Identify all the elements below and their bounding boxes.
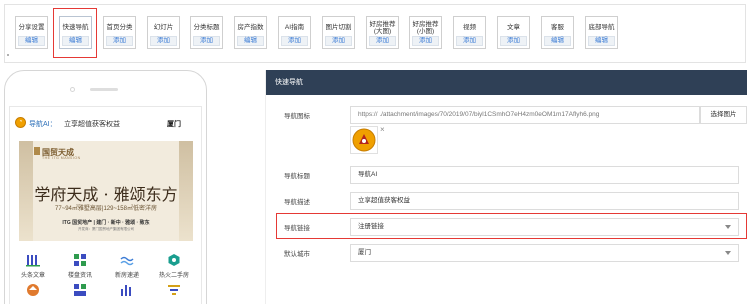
module-add-button[interactable]: 添加 (193, 36, 220, 46)
speaker-icon (90, 88, 118, 91)
menu-item-headline[interactable]: 头条文章 (11, 253, 55, 279)
wave-icon (120, 256, 134, 266)
module-add-button[interactable]: 添加 (456, 36, 483, 46)
banner-image[interactable]: 国贸天成 THE ITG MANSION 学府天成 · 雅颂东方 77~94㎡雅… (19, 141, 193, 241)
module-toolbar: 分享设置 编辑 快速导航 编辑 首页分类 添加 幻灯片 添加 分类标题 添加 房… (4, 4, 746, 63)
bars-icon (26, 255, 40, 267)
module-article[interactable]: 文章 添加 (497, 16, 530, 49)
house-icon (27, 284, 39, 296)
phone-screen: ◔ 导航AI： 立享超值获客权益 厦门 国贸天成 THE ITG MANSION… (9, 106, 202, 304)
resize-handle (7, 54, 9, 56)
module-title: 客服 (551, 24, 564, 31)
module-title: 分享设置 (18, 24, 45, 31)
module-edit-button[interactable]: 编辑 (237, 36, 264, 46)
camera-icon (70, 87, 75, 92)
panel-header: 快速导航 (266, 70, 747, 95)
ai-chat-icon (352, 128, 376, 152)
banner-subtitle: 77~94㎡雅墅高层|129~158㎡低密洋房 (55, 206, 157, 212)
module-edit-button[interactable]: 编辑 (588, 36, 615, 46)
nav-desc: 立享超值获客权益 (64, 121, 120, 128)
highlight-box-quick-nav (53, 8, 97, 58)
ai-chat-icon: ◔ (15, 117, 26, 128)
nav-city[interactable]: 厦门 (167, 119, 181, 129)
quick-nav-bar[interactable]: ◔ 导航AI： 立享超值获客权益 厦门 (10, 116, 203, 131)
module-image-split[interactable]: 图片切割 添加 (322, 16, 355, 49)
menu-label: 楼盘资讯 (67, 273, 92, 279)
module-slideshow[interactable]: 幻灯片 添加 (147, 16, 180, 49)
hexagon-icon (168, 254, 180, 266)
menu-label: 头条文章 (20, 273, 45, 279)
module-title: AI指南 (284, 24, 305, 31)
icon-label: 导航图标 (284, 113, 310, 120)
module-title: 好房推荐 (小图) (412, 20, 439, 35)
module-recommend-small[interactable]: 好房推荐 (小图) 添加 (409, 16, 442, 49)
module-edit-button[interactable]: 编辑 (544, 36, 571, 46)
grid-icon (74, 254, 86, 266)
banner-slogan: 学府天成 · 雅颂东方 (34, 185, 178, 204)
module-edit-button[interactable]: 编辑 (18, 36, 45, 46)
nav-title: 导航AI： (29, 121, 57, 128)
module-title: 图片切割 (325, 24, 352, 31)
chart-icon (121, 285, 131, 296)
module-add-button[interactable]: 添加 (150, 36, 177, 46)
icon-thumbnail[interactable] (350, 126, 378, 154)
city-label: 默认城市 (284, 251, 310, 258)
module-add-button[interactable]: 添加 (106, 36, 133, 46)
module-ai-guide[interactable]: AI指南 添加 (278, 16, 311, 49)
module-customer-service[interactable]: 客服 编辑 (541, 16, 574, 49)
module-recommend-large[interactable]: 好房推荐 (大图) 添加 (366, 16, 399, 49)
menu-item-6[interactable] (58, 283, 102, 297)
menu-item-property-news[interactable]: 楼盘资讯 (58, 253, 102, 279)
module-add-button[interactable]: 添加 (325, 36, 352, 46)
module-title: 房产指数 (237, 24, 264, 31)
module-add-button[interactable]: 添加 (412, 36, 439, 46)
module-title: 文章 (507, 24, 520, 31)
module-title: 首页分类 (106, 24, 133, 31)
module-bottom-nav[interactable]: 底部导航 编辑 (585, 16, 618, 49)
settings-panel: 快速导航 导航图标 https:// ./attachment/images/7… (265, 70, 750, 304)
desc-label: 导航描述 (284, 199, 310, 206)
banner-logo-icon (34, 147, 40, 155)
highlight-box-link-row (276, 213, 747, 239)
menu-item-7[interactable] (105, 283, 149, 297)
chevron-down-icon (725, 251, 731, 255)
module-add-button[interactable]: 添加 (500, 36, 527, 46)
select-image-button[interactable]: 选择图片 (700, 106, 747, 124)
module-home-category[interactable]: 首页分类 添加 (103, 16, 136, 49)
menu-item-second-hand[interactable]: 热火二手房 (152, 253, 196, 279)
module-title: 幻灯片 (153, 24, 174, 31)
module-share-settings[interactable]: 分享设置 编辑 (15, 16, 48, 49)
module-title: 分类标题 (193, 24, 220, 31)
funnel-icon (168, 285, 180, 295)
banner-logo-sub: THE ITG MANSION (42, 156, 81, 160)
menu-item-new-house[interactable]: 新房速递 (105, 253, 149, 279)
menu-item-5[interactable] (11, 283, 55, 297)
menu-label: 新房速递 (114, 273, 139, 279)
module-video[interactable]: 视频 添加 (453, 16, 486, 49)
module-title: 好房推荐 (大图) (369, 20, 396, 35)
desc-input[interactable]: 立享超值获客权益 (350, 192, 739, 210)
menu-label: 热火二手房 (158, 273, 189, 279)
module-add-button[interactable]: 添加 (281, 36, 308, 46)
module-category-title[interactable]: 分类标题 添加 (190, 16, 223, 49)
banner-brand: ITG 国贸地产 | 建门 · 新中 · 雅颂 · 致东 (62, 220, 150, 226)
icon-url-input[interactable]: https:// ./attachment/images/70/2019/07/… (350, 106, 700, 124)
module-title: 底部导航 (588, 24, 615, 31)
remove-icon[interactable]: × (380, 126, 385, 134)
title-label: 导航标题 (284, 173, 310, 180)
banner-address: 开发商：厦门国贸地产集团有限公司 (78, 227, 134, 231)
city-select[interactable]: 厦门 (350, 244, 739, 262)
title-input[interactable]: 导航AI (350, 166, 739, 184)
phone-preview: ◔ 导航AI： 立享超值获客权益 厦门 国贸天成 THE ITG MANSION… (4, 70, 207, 304)
city-select-value: 厦门 (358, 249, 371, 256)
module-title: 视频 (463, 24, 476, 31)
module-add-button[interactable]: 添加 (369, 36, 396, 46)
menu-item-8[interactable] (152, 283, 196, 297)
module-property-index[interactable]: 房产指数 编辑 (234, 16, 267, 49)
grid-icon (74, 284, 86, 296)
